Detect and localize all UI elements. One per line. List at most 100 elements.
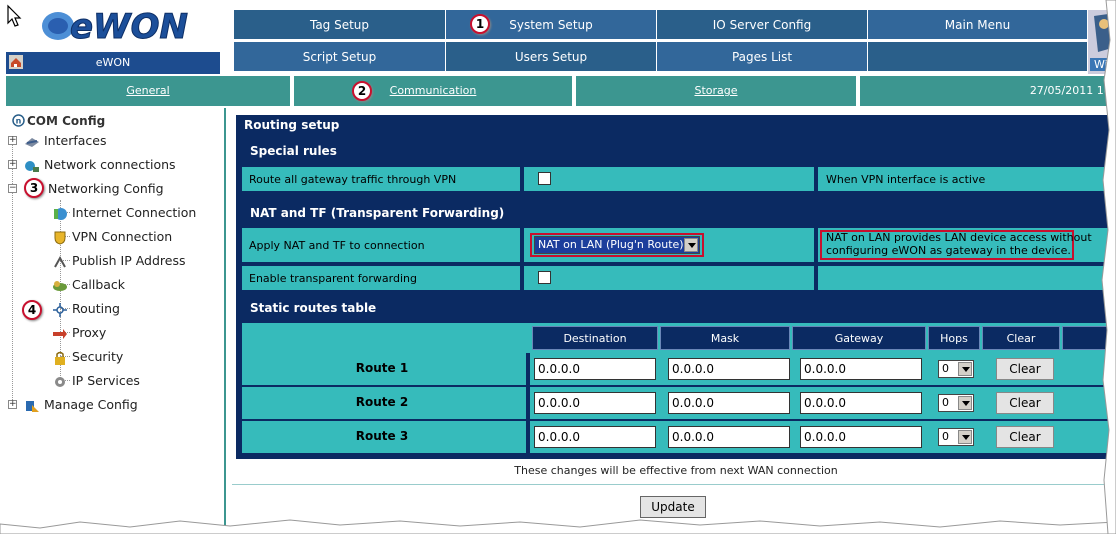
tab-storage[interactable]: Storage — [576, 76, 856, 106]
tf-label: Enable transparent forwarding — [249, 271, 417, 285]
expand-manage-config[interactable]: + — [8, 400, 17, 409]
sidebar-item-internet-connection[interactable]: Internet Connection — [52, 203, 196, 223]
route-1-mask-input[interactable]: 0.0.0.0 — [668, 358, 790, 380]
sidebar-item-network-connections[interactable]: Network connections — [24, 155, 176, 175]
callout-badge-1: 1 — [470, 14, 490, 34]
section-static-routes: Static routes table — [250, 301, 377, 315]
route-name: Route 3 — [355, 429, 409, 443]
menu-script-setup[interactable]: Script Setup — [234, 42, 446, 72]
nat-mode-select[interactable]: NAT on LAN (Plug'n Route) — [534, 236, 700, 254]
sidebar-item-interfaces[interactable]: Interfaces — [24, 131, 106, 151]
sidebar-item-security[interactable]: Security — [52, 347, 123, 367]
nat-note-line-2: configuring eWON as gateway in the devic… — [826, 244, 1071, 257]
sidebar-item-vpn-connection[interactable]: VPN Connection — [52, 227, 172, 247]
route-3-clear-button[interactable]: Clear — [996, 426, 1054, 448]
tab-general[interactable]: General — [6, 76, 290, 106]
divider — [520, 228, 524, 262]
logo-area: eWON eWON — [0, 0, 228, 75]
network-icon — [25, 160, 39, 172]
callout-badge-2: 2 — [352, 81, 372, 101]
tree-root-label: COM Config — [27, 114, 106, 128]
svg-text:n: n — [16, 117, 22, 126]
sidebar-item-publish-ip-address[interactable]: Publish IP Address — [52, 251, 186, 271]
tab-communication[interactable]: Communication — [294, 76, 572, 106]
header-mask: Mask — [660, 326, 790, 350]
gear-icon — [55, 376, 65, 387]
divider — [814, 266, 818, 290]
expand-network-connections[interactable]: + — [8, 160, 17, 169]
date-display: 27/05/2011 1( — [860, 76, 1116, 106]
route-2-destination-input[interactable]: 0.0.0.0 — [534, 392, 656, 414]
chevron-down-icon — [958, 430, 972, 444]
sidebar-item-networking-config[interactable]: Networking Config — [48, 179, 164, 199]
device-bar[interactable]: eWON — [6, 52, 220, 74]
sidebar-item-label: Manage Config — [44, 397, 138, 412]
manage-icon — [26, 400, 39, 412]
ewon-logo: eWON — [42, 7, 188, 48]
divider — [520, 167, 524, 191]
route-3-hops-select[interactable]: 0 — [938, 428, 974, 446]
route-2-mask-input[interactable]: 0.0.0.0 — [668, 392, 790, 414]
route-2-gateway-input[interactable]: 0.0.0.0 — [800, 392, 922, 414]
vpn-routing-checkbox[interactable] — [538, 172, 551, 185]
chevron-down-icon — [684, 238, 698, 252]
panel-title: Routing setup — [244, 118, 340, 132]
sidebar-item-routing[interactable]: Routing — [52, 299, 120, 319]
sidebar-item-label: Security — [72, 349, 124, 364]
tree-root[interactable]: n COM Config — [12, 114, 105, 128]
row-apply-nat: Apply NAT and TF to connection NAT on LA… — [242, 228, 1116, 262]
divider — [526, 387, 530, 419]
header-clear: Clear — [982, 326, 1060, 350]
sidebar-item-manage-config[interactable]: Manage Config — [24, 395, 138, 415]
route-3-gateway-input[interactable]: 0.0.0.0 — [800, 426, 922, 448]
sidebar-item-label: Internet Connection — [72, 205, 197, 220]
sidebar-item-label: Publish IP Address — [72, 253, 186, 268]
menu-empty — [868, 42, 1088, 72]
expand-interfaces[interactable]: + — [8, 136, 17, 145]
sidebar-item-label: IP Services — [72, 373, 140, 388]
sidebar-item-label: Network connections — [44, 157, 176, 172]
routing-icon — [53, 302, 67, 317]
menu-tag-setup[interactable]: Tag Setup — [234, 10, 446, 40]
collapse-networking-config[interactable]: − — [8, 184, 17, 193]
divider — [814, 167, 818, 191]
device-name: eWON — [95, 56, 131, 69]
menu-pages-list[interactable]: Pages List — [657, 42, 868, 72]
hops-value: 0 — [942, 362, 949, 375]
tf-checkbox[interactable] — [538, 271, 551, 284]
header-destination: Destination — [532, 326, 658, 350]
lock-icon — [55, 351, 65, 365]
route-1-gateway-input[interactable]: 0.0.0.0 — [800, 358, 922, 380]
chevron-down-icon — [958, 396, 972, 410]
sidebar-item-callback[interactable]: Callback — [52, 275, 125, 295]
section-nat-tf: NAT and TF (Transparent Forwarding) — [250, 206, 505, 220]
route-name: Route 2 — [355, 395, 409, 409]
sidebar-item-proxy[interactable]: Proxy — [52, 323, 106, 343]
route-3-mask-input[interactable]: 0.0.0.0 — [668, 426, 790, 448]
menu-io-server-config[interactable]: IO Server Config — [657, 10, 868, 40]
route-2-clear-button[interactable]: Clear — [996, 392, 1054, 414]
sidebar-item-label: Networking Config — [48, 181, 164, 196]
apply-nat-label: Apply NAT and TF to connection — [249, 238, 425, 252]
route-name: Route 1 — [355, 361, 409, 375]
tree-line — [12, 136, 13, 408]
header-gateway: Gateway — [792, 326, 926, 350]
update-button[interactable]: Update — [640, 496, 706, 518]
route-2-hops-select[interactable]: 0 — [938, 394, 974, 412]
logo-text: eWON — [70, 7, 188, 47]
nat-note-line-1: NAT on LAN provides LAN device access wi… — [826, 231, 1092, 244]
top-menu: Tag Setup System Setup IO Server Config … — [234, 10, 1116, 74]
route-1-clear-button[interactable]: Clear — [996, 358, 1054, 380]
route-1-hops-select[interactable]: 0 — [938, 360, 974, 378]
proxy-icon — [53, 328, 67, 339]
sidebar-item-ip-services[interactable]: IP Services — [52, 371, 140, 391]
menu-users-setup[interactable]: Users Setup — [446, 42, 657, 72]
footer-note: These changes will be effective from nex… — [514, 464, 838, 477]
vpn-routing-note: When VPN interface is active — [826, 173, 986, 186]
menu-main-menu[interactable]: Main Menu — [868, 10, 1088, 40]
sidebar-tree: n COM Config + Interfaces + Network conn… — [0, 108, 226, 534]
tab-bar: General Communication Storage 27/05/2011… — [0, 76, 1116, 106]
route-3-destination-input[interactable]: 0.0.0.0 — [534, 426, 656, 448]
internet-icon — [54, 207, 67, 220]
route-1-destination-input[interactable]: 0.0.0.0 — [534, 358, 656, 380]
